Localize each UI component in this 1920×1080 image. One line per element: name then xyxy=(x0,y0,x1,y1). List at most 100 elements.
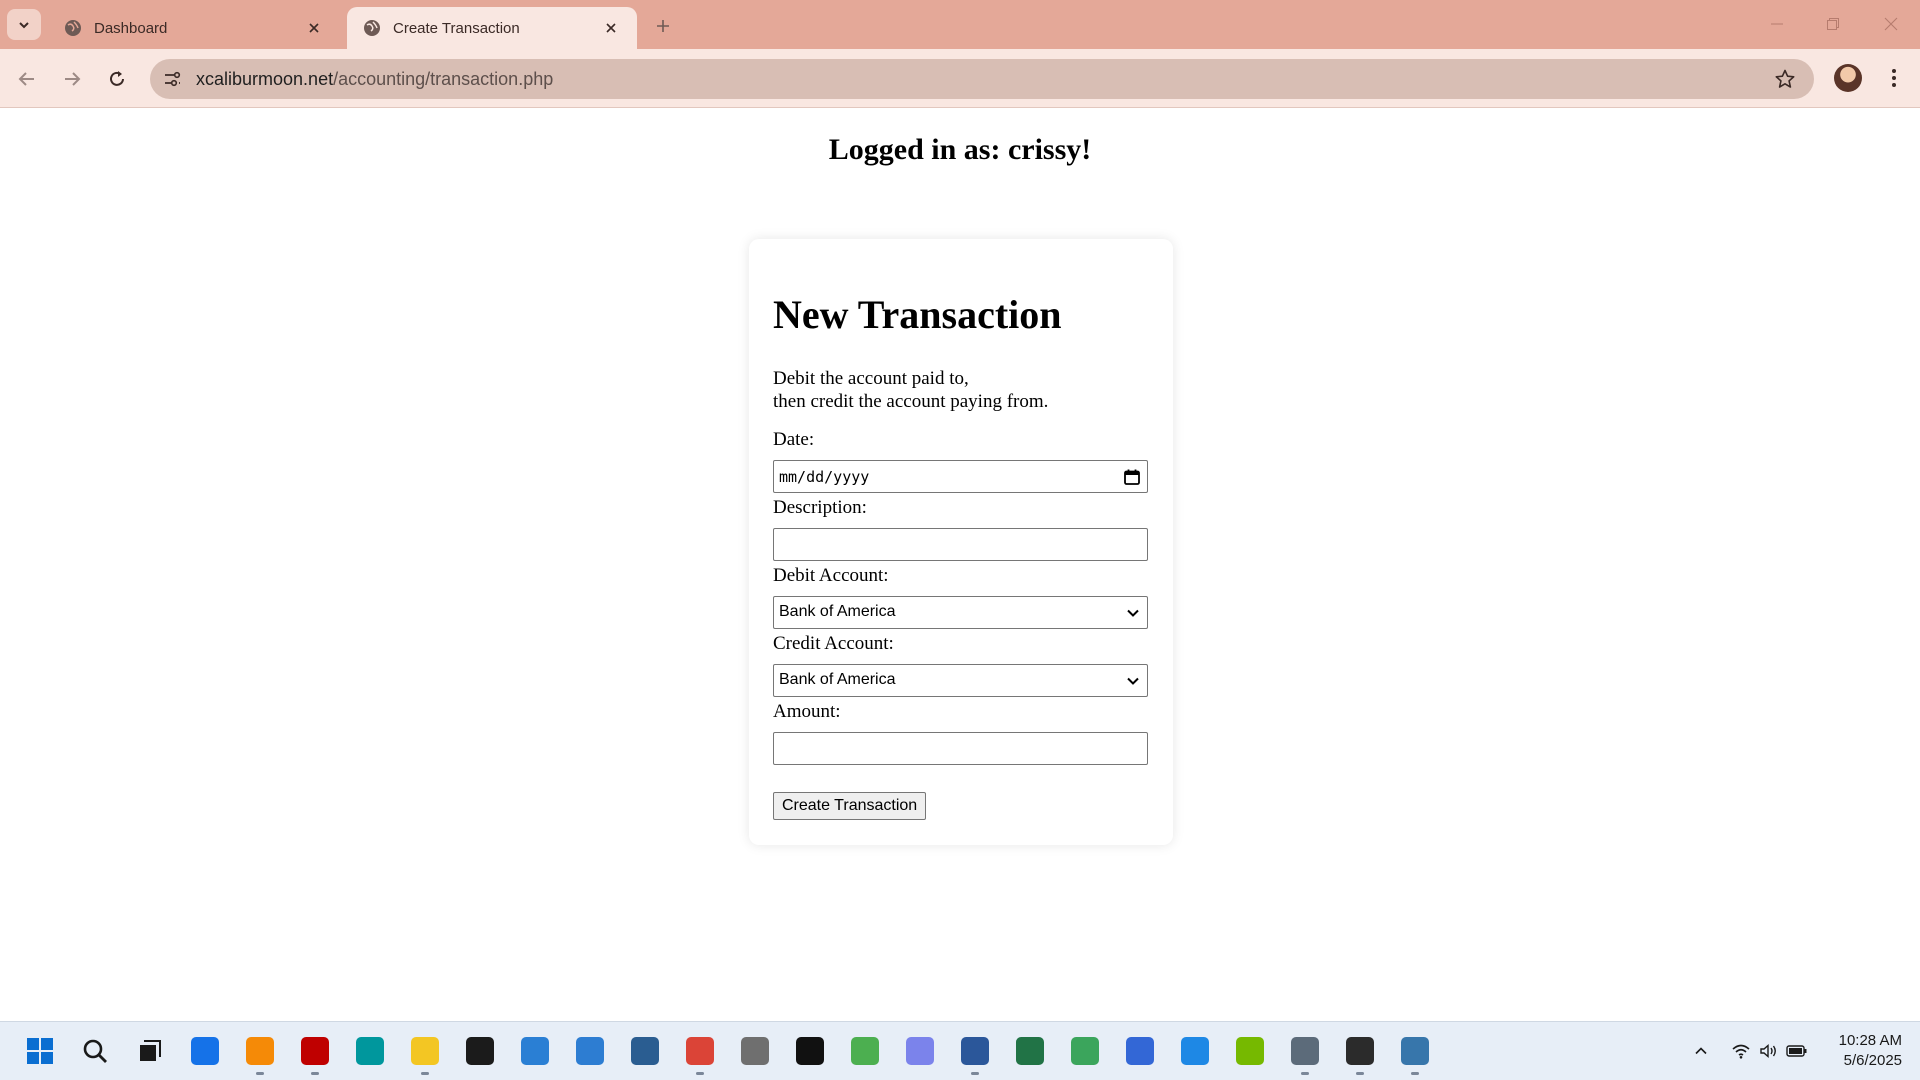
logged-in-banner: Logged in as: crissy! xyxy=(828,133,1092,166)
amount-label: Amount: xyxy=(773,701,841,722)
plus-icon xyxy=(657,20,669,32)
more-vertical-icon xyxy=(1892,69,1896,87)
mysql-workbench-icon[interactable] xyxy=(629,1035,661,1067)
profile-avatar[interactable] xyxy=(1834,64,1862,92)
debit-account-select[interactable]: Bank of America xyxy=(773,596,1148,629)
nvidia-icon[interactable] xyxy=(1234,1035,1266,1067)
minimize-icon xyxy=(1771,23,1783,25)
system-clock[interactable]: 10:28 AM 5/6/2025 xyxy=(1818,1031,1902,1071)
chevron-down-icon xyxy=(19,21,29,28)
chevron-down-icon xyxy=(1127,677,1139,685)
running-indicator xyxy=(971,1072,979,1075)
browser-tab-strip: Dashboard Create Transaction xyxy=(0,0,1920,49)
search-icon[interactable] xyxy=(79,1035,111,1067)
sublime-text-icon[interactable] xyxy=(244,1035,276,1075)
reload-icon xyxy=(110,71,124,86)
taskbar: 10:28 AM 5/6/2025 xyxy=(0,1021,1920,1080)
terminal-icon[interactable] xyxy=(1344,1035,1376,1075)
excel-icon[interactable] xyxy=(1014,1035,1046,1067)
url-path: /accounting/transaction.php xyxy=(333,69,554,89)
show-hidden-icons-button[interactable] xyxy=(1690,1040,1712,1062)
command-prompt-icon[interactable] xyxy=(464,1035,496,1067)
running-indicator xyxy=(256,1072,264,1075)
reload-button[interactable] xyxy=(100,62,134,96)
bookmark-star-icon[interactable] xyxy=(1774,68,1796,90)
restore-icon xyxy=(1827,18,1839,30)
credit-account-value: Bank of America xyxy=(779,671,896,688)
amount-input[interactable] xyxy=(773,732,1148,765)
address-bar[interactable]: xcaliburmoon.net/accounting/transaction.… xyxy=(150,59,1814,99)
url-host: xcaliburmoon.net xyxy=(196,69,334,89)
close-tab-icon[interactable] xyxy=(601,18,621,38)
transaction-form-card: New Transaction Debit the account paid t… xyxy=(749,239,1173,845)
tab-title: Dashboard xyxy=(94,19,168,37)
description-input[interactable] xyxy=(773,528,1148,561)
python-icon[interactable] xyxy=(1399,1035,1431,1075)
minimize-button[interactable] xyxy=(1762,10,1792,38)
wifi-icon[interactable] xyxy=(1730,1040,1752,1062)
date-label: Date: xyxy=(773,429,815,450)
arduino-icon[interactable] xyxy=(354,1035,386,1067)
rapid-icon[interactable] xyxy=(1179,1035,1211,1067)
globe-icon xyxy=(64,19,82,37)
globe-icon xyxy=(363,19,381,37)
tab-search-button[interactable] xyxy=(7,9,41,40)
filezilla-icon[interactable] xyxy=(299,1035,331,1075)
chevron-up-icon xyxy=(1695,1047,1707,1055)
instruction-line-2: then credit the account paying from. xyxy=(773,391,1049,412)
clock-time: 10:28 AM xyxy=(1838,1032,1902,1049)
debit-account-value: Bank of America xyxy=(779,603,896,620)
file-explorer-icon[interactable] xyxy=(409,1035,441,1075)
twitch-icon[interactable] xyxy=(739,1035,771,1067)
notepad-icon[interactable] xyxy=(519,1035,551,1067)
tab-title: Create Transaction xyxy=(393,19,520,37)
description-label: Description: xyxy=(773,497,867,518)
calculator-icon[interactable] xyxy=(1289,1035,1321,1075)
task-view-icon[interactable] xyxy=(134,1035,166,1067)
running-indicator xyxy=(696,1072,704,1075)
tab-create-transaction[interactable]: Create Transaction xyxy=(347,7,637,49)
close-icon xyxy=(1884,17,1898,31)
close-tab-icon[interactable] xyxy=(304,18,324,38)
chevron-down-icon xyxy=(1127,609,1139,617)
debit-account-label: Debit Account: xyxy=(773,565,889,586)
volume-icon[interactable] xyxy=(1758,1040,1780,1062)
running-indicator xyxy=(311,1072,319,1075)
unity-icon[interactable] xyxy=(794,1035,826,1067)
credit-account-label: Credit Account: xyxy=(773,633,894,654)
snipping-tool-icon[interactable] xyxy=(574,1035,606,1067)
browser-menu-button[interactable] xyxy=(1880,64,1908,92)
new-tab-button[interactable] xyxy=(650,13,676,39)
page-content: Logged in as: crissy! New Transaction De… xyxy=(0,109,1920,1021)
url-text: xcaliburmoon.net/accounting/transaction.… xyxy=(196,69,553,90)
running-indicator xyxy=(421,1072,429,1075)
date-placeholder: mm/dd/yyyy xyxy=(779,468,870,486)
running-indicator xyxy=(1411,1072,1419,1075)
battery-icon[interactable] xyxy=(1786,1040,1808,1062)
site-settings-icon[interactable] xyxy=(162,69,182,89)
clock-date: 5/6/2025 xyxy=(1843,1052,1902,1069)
teams-icon[interactable] xyxy=(904,1035,936,1067)
firefox-browser-icon[interactable] xyxy=(189,1035,221,1067)
forward-button[interactable] xyxy=(55,62,89,96)
credit-account-select[interactable]: Bank of America xyxy=(773,664,1148,697)
paint-icon[interactable] xyxy=(849,1035,881,1067)
running-indicator xyxy=(1301,1072,1309,1075)
start-icon[interactable] xyxy=(24,1035,56,1067)
close-window-button[interactable] xyxy=(1876,10,1906,38)
restore-button[interactable] xyxy=(1818,10,1848,38)
calendar-icon[interactable] xyxy=(1123,468,1141,486)
create-transaction-button[interactable]: Create Transaction xyxy=(773,792,927,820)
date-input[interactable]: mm/dd/yyyy xyxy=(773,460,1148,493)
arrow-left-icon xyxy=(18,72,34,86)
back-button[interactable] xyxy=(10,62,44,96)
instruction-line-1: Debit the account paid to, xyxy=(773,368,969,389)
form-instructions: Debit the account paid to, then credit t… xyxy=(773,367,1048,413)
browser-toolbar: xcaliburmoon.net/accounting/transaction.… xyxy=(0,49,1920,108)
sync-icon[interactable] xyxy=(1069,1035,1101,1067)
running-indicator xyxy=(1356,1072,1364,1075)
tab-dashboard[interactable]: Dashboard xyxy=(48,7,340,49)
word-icon[interactable] xyxy=(959,1035,991,1075)
chrome-icon[interactable] xyxy=(684,1035,716,1075)
network-icon[interactable] xyxy=(1124,1035,1156,1067)
